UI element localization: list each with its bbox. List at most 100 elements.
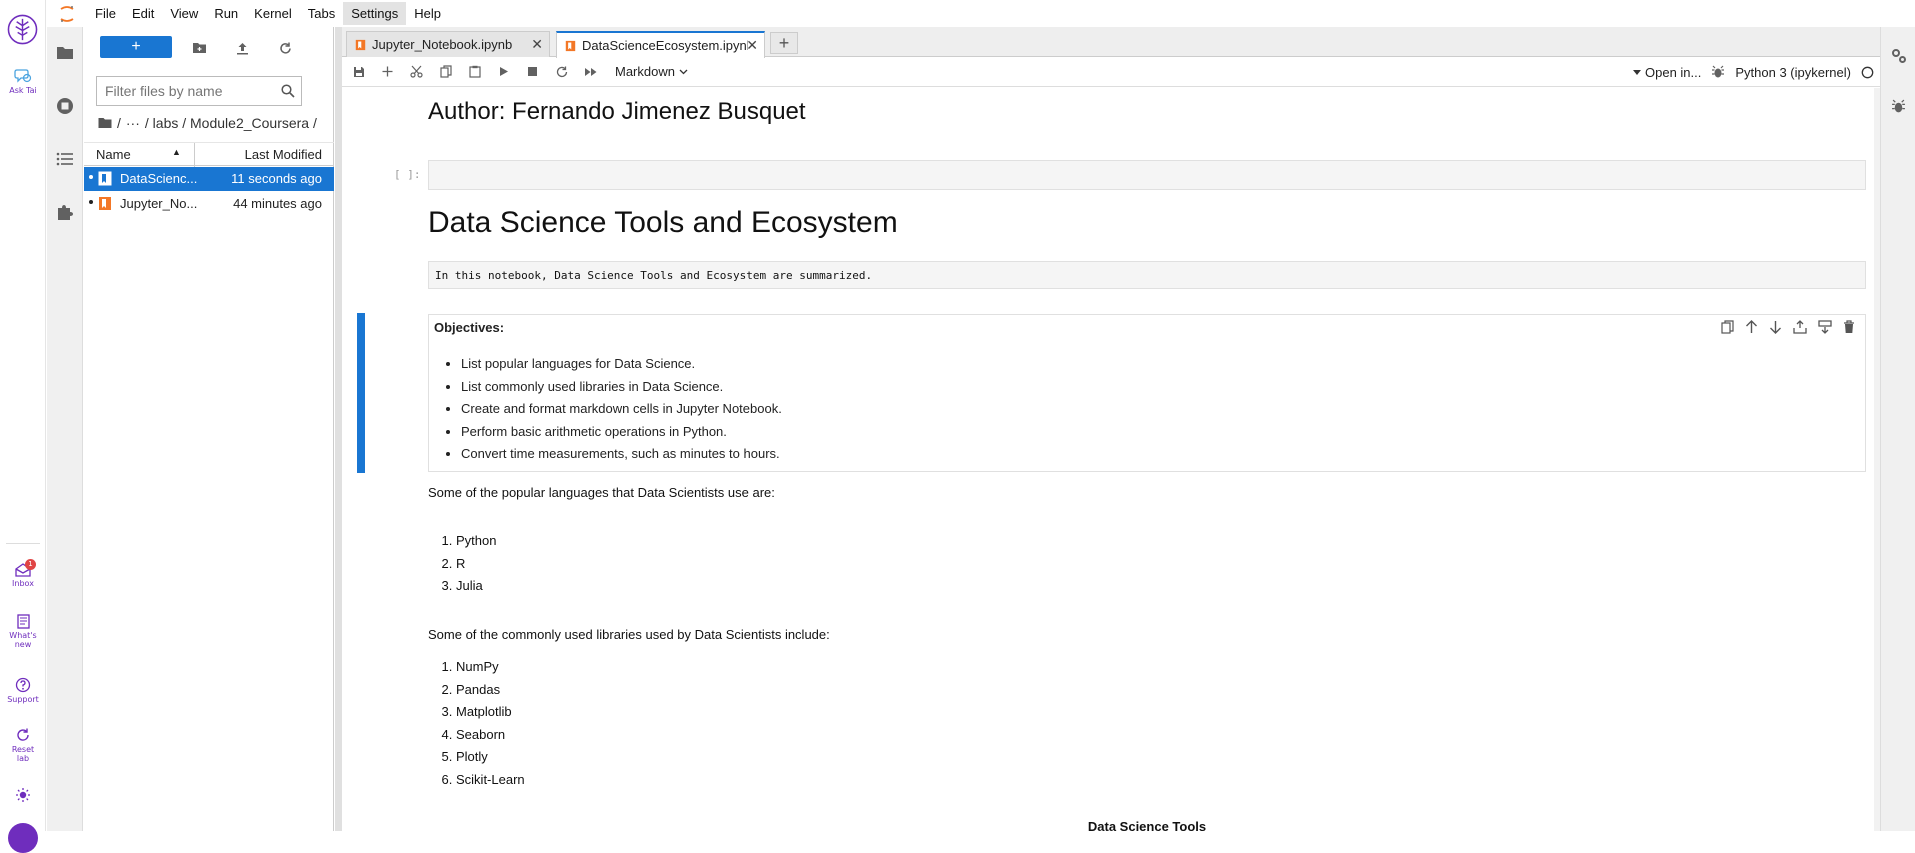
close-icon[interactable]: ✕ [746,37,758,54]
file-list-header: Name ▲ Last Modified [84,142,334,167]
debugger-tab[interactable] [1881,91,1915,121]
upload-button[interactable] [232,38,252,58]
menu-run[interactable]: Run [206,2,246,25]
languages-intro: Some of the popular languages that Data … [428,485,775,500]
list-item: NumPy [456,656,1866,679]
notebook-panel: Author: Fernando Jimenez Busquet [ ]: Da… [342,88,1874,831]
input-prompt: [ ]: [394,168,421,181]
file-filter-input[interactable] [97,77,277,105]
languages-list: Python R Julia [428,530,1866,598]
save-icon [353,66,364,77]
table-of-contents-tab[interactable] [47,144,83,174]
menu-view[interactable]: View [162,2,206,25]
puzzle-icon [58,205,73,220]
author-heading[interactable]: Author: Fernando Jimenez Busquet [428,98,1866,126]
list-item: Scikit-Learn [456,769,1866,792]
menu-tabs[interactable]: Tabs [300,2,343,25]
menu-edit[interactable]: Edit [124,2,162,25]
file-browser-tab[interactable] [47,37,83,67]
main-area: Jupyter_Notebook.ipynb ✕ DataScienceEcos… [342,27,1880,831]
debugger-icon[interactable] [1711,65,1725,79]
file-modified: 11 seconds ago [231,171,322,186]
column-separator[interactable] [194,143,195,167]
file-browser-toolbar: + [84,36,334,60]
tab-datascience-ecosystem[interactable]: DataScienceEcosystem.ipynb ✕ [556,31,765,58]
cell-type-select[interactable]: Markdown [615,64,688,79]
notebook-title[interactable]: Data Science Tools and Ecosystem [428,206,1866,240]
file-row[interactable]: Jupyter_No... 44 minutes ago [84,192,334,216]
open-in-button[interactable]: Open in... [1633,65,1701,80]
insert-below-icon[interactable] [1818,320,1832,334]
open-in-label: Open in... [1645,64,1702,80]
inbox-label: Inbox [12,579,34,588]
running-sessions-tab[interactable] [47,91,83,121]
delete-icon[interactable] [1843,320,1855,334]
extension-manager-tab[interactable] [47,197,83,227]
insert-above-icon[interactable] [1793,320,1807,334]
kernel-name[interactable]: Python 3 (ipykernel) [1735,65,1851,80]
breadcrumb: / ··· / labs / Module2_Coursera / [98,114,317,132]
new-folder-icon [192,43,206,53]
bug-icon [1892,99,1905,112]
theme-toggle-button[interactable] [0,787,46,805]
move-up-icon[interactable] [1745,320,1758,334]
column-name-header[interactable]: Name [96,147,131,162]
insert-cell-button[interactable] [373,57,402,87]
list-item: Pandas [456,679,1866,702]
list-item: Convert time measurements, such as minut… [461,443,782,466]
whats-new-button[interactable]: What's new [0,614,46,649]
rail-divider [6,543,40,544]
new-launcher-button[interactable]: + [100,36,172,58]
notebook-icon [355,39,366,50]
ask-tai-button[interactable]: Ask Tai [0,68,46,95]
stop-icon [528,67,537,76]
inbox-button[interactable]: 1 Inbox [0,559,46,588]
breadcrumb-path[interactable]: / labs / Module2_Coursera / [145,115,317,131]
tab-jupyter-notebook[interactable]: Jupyter_Notebook.ipynb ✕ [346,31,550,57]
restart-kernel-button[interactable] [547,57,576,87]
cut-button[interactable] [402,57,431,87]
stop-circle-icon [57,98,73,114]
code-cell-input[interactable] [428,160,1866,190]
languages-cell[interactable]: Some of the popular languages that Data … [428,485,1866,598]
run-cell-button[interactable] [489,57,518,87]
column-modified-header[interactable]: Last Modified [245,147,322,162]
save-button[interactable] [344,57,373,87]
home-folder-icon[interactable] [98,117,112,129]
right-sidebar [1880,27,1915,831]
active-cell-indicator[interactable] [357,313,365,473]
libraries-cell[interactable]: Some of the commonly used libraries used… [428,627,1866,791]
panel-splitter[interactable] [335,27,342,831]
folder-icon [57,46,73,59]
menu-settings[interactable]: Settings [343,2,407,25]
objectives-cell[interactable]: Objectives: List popular languages for D… [428,314,1866,472]
move-down-icon[interactable] [1769,320,1782,334]
new-tab-button[interactable]: + [770,32,798,54]
file-row[interactable]: DataScienc... 11 seconds ago [84,167,334,191]
property-inspector-tab[interactable] [1881,41,1915,71]
refresh-button[interactable] [275,38,295,58]
ask-tai-label: Ask Tai [9,86,37,95]
raw-cell[interactable]: In this notebook, Data Science Tools and… [428,261,1866,289]
user-avatar[interactable] [8,823,38,853]
list-item: Python [456,530,1866,553]
menu-file[interactable]: File [87,2,124,25]
restart-icon [556,66,567,77]
paste-button[interactable] [460,57,489,87]
copy-button[interactable] [431,57,460,87]
menu-help[interactable]: Help [406,2,449,25]
duplicate-icon[interactable] [1721,320,1734,334]
support-label: Support [7,695,39,704]
menu-kernel[interactable]: Kernel [246,2,300,25]
breadcrumb-ellipsis[interactable]: ··· [126,115,140,131]
breadcrumb-root[interactable]: / [117,115,121,131]
document-tab-bar: Jupyter_Notebook.ipynb ✕ DataScienceEcos… [342,27,1880,58]
close-icon[interactable]: ✕ [531,36,543,53]
support-button[interactable]: Support [0,677,46,704]
interrupt-kernel-button[interactable] [518,57,547,87]
new-folder-button[interactable] [189,38,209,58]
reset-lab-button[interactable]: Reset lab [0,727,46,763]
objectives-title: Objectives: [434,320,505,335]
restart-run-all-button[interactable] [576,57,605,87]
skills-network-logo-icon[interactable] [7,14,38,45]
